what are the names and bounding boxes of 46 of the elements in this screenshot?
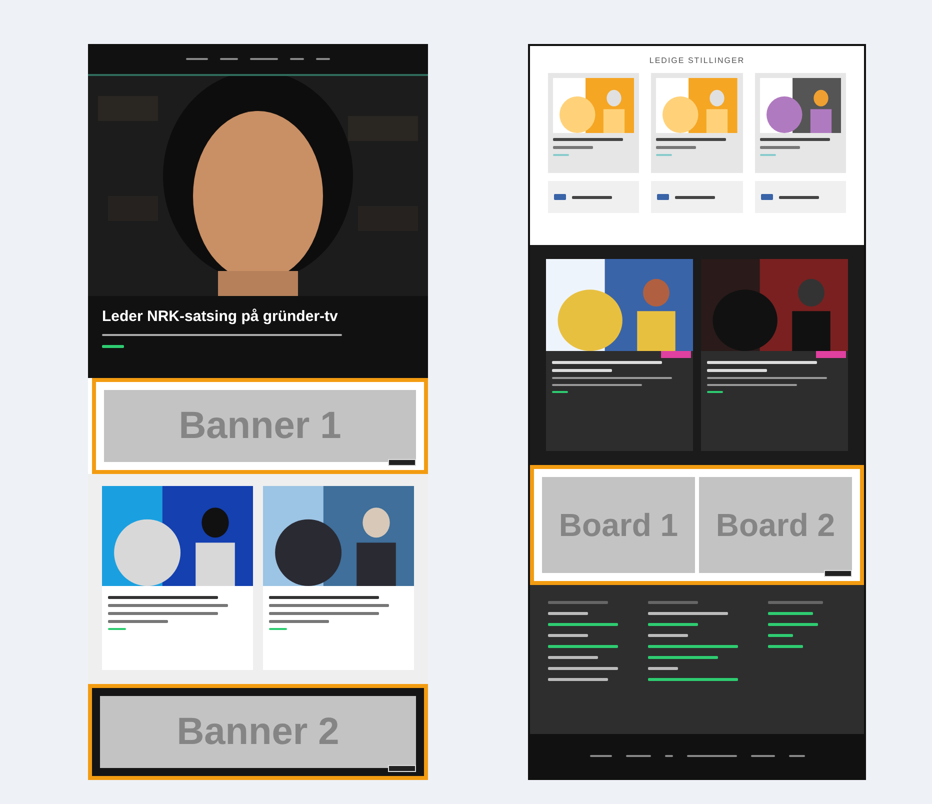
blurred-text — [648, 601, 698, 604]
blurred-text — [548, 667, 618, 670]
blurred-text — [760, 146, 800, 149]
blurred-text — [548, 656, 598, 659]
blurred-text — [548, 623, 618, 626]
tag-label — [816, 351, 846, 358]
blurred-text — [553, 146, 593, 149]
ad-label — [388, 765, 416, 772]
blurred-text — [554, 194, 566, 200]
blurred-text — [548, 678, 608, 681]
section-title: LEDIGE STILLINGER — [649, 56, 745, 65]
tag-label — [661, 351, 691, 358]
blurred-text — [648, 623, 698, 626]
blurred-text — [768, 634, 793, 637]
blurred-text — [548, 601, 608, 604]
blurred-text — [108, 620, 168, 623]
blurred-text — [552, 369, 612, 372]
blurred-text — [707, 369, 767, 372]
blurred-text — [548, 634, 588, 637]
banner-label: Banner 1 — [178, 404, 342, 448]
banner-label: Banner 2 — [176, 710, 340, 754]
ad-label — [824, 570, 852, 577]
blurred-text — [648, 667, 678, 670]
blurred-text — [648, 634, 688, 637]
blurred-text — [760, 194, 773, 200]
ad-label — [388, 459, 416, 466]
blurred-text — [269, 620, 329, 623]
blurred-text — [102, 345, 124, 348]
board-label: Board 2 — [716, 506, 836, 544]
blurred-text — [768, 645, 803, 648]
blurred-text — [768, 601, 823, 604]
blurred-text — [548, 645, 618, 648]
blurred-text — [768, 623, 818, 626]
blurred-text — [656, 138, 726, 141]
blurred-text — [648, 656, 718, 659]
blurred-text — [572, 196, 612, 198]
headline: Leder NRK-satsing på gründer-tv — [102, 308, 339, 325]
blurred-text — [675, 196, 716, 198]
blurred-text — [553, 138, 623, 141]
board-label: Board 1 — [558, 506, 678, 544]
blurred-text — [656, 146, 696, 149]
blurred-text — [760, 138, 830, 141]
blurred-text — [548, 612, 588, 615]
blurred-text — [657, 194, 670, 200]
blurred-text — [768, 612, 813, 615]
blurred-text — [778, 196, 819, 198]
